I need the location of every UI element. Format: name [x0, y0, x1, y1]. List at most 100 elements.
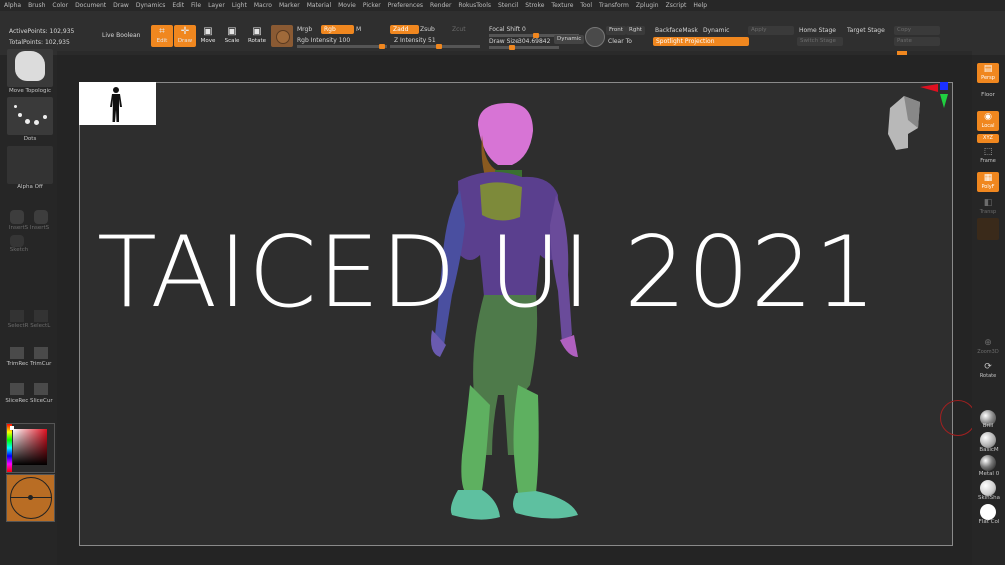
home-stage-button[interactable]: Home Stage — [799, 27, 836, 34]
xyz-button[interactable]: XYZ — [977, 134, 999, 143]
menu-item-stencil[interactable]: Stencil — [498, 2, 518, 9]
menu-item-preferences[interactable]: Preferences — [388, 2, 423, 9]
material-brill-label: Brill — [982, 423, 994, 429]
sketch-icon[interactable] — [10, 235, 24, 247]
insert-sphere-icon[interactable] — [10, 210, 24, 224]
menu-item-zplugin[interactable]: Zplugin — [636, 2, 659, 9]
transp-button[interactable]: ◧ Transp — [977, 198, 999, 218]
slice-rect-icon[interactable] — [10, 383, 24, 395]
rotate-view-button[interactable]: ⟳ Rotate — [977, 362, 999, 382]
menu-item-color[interactable]: Color — [52, 2, 68, 9]
live-boolean-button[interactable]: Live Boolean — [102, 32, 140, 39]
gyro-navigator[interactable] — [6, 474, 55, 522]
figure-thumbnail — [79, 82, 156, 125]
rgb-button[interactable]: Rgb — [321, 25, 354, 34]
menu-item-file[interactable]: File — [191, 2, 201, 9]
material-sphere-icon — [276, 30, 290, 44]
alpha-thumbnail[interactable] — [7, 146, 53, 184]
floor-button[interactable]: Floor — [974, 92, 1002, 98]
stroke-thumbnail[interactable] — [7, 97, 53, 135]
menu-item-movie[interactable]: Movie — [338, 2, 356, 9]
hue-strip[interactable] — [7, 424, 12, 472]
menu-item-stroke[interactable]: Stroke — [525, 2, 544, 9]
ghost-button[interactable] — [977, 218, 999, 240]
menu-item-brush[interactable]: Brush — [28, 2, 45, 9]
menu-item-document[interactable]: Document — [75, 2, 106, 9]
menu-item-render[interactable]: Render — [430, 2, 451, 9]
front-button[interactable]: Front — [606, 26, 626, 35]
trim-curve-icon[interactable] — [34, 347, 48, 359]
menu-item-alpha[interactable]: Alpha — [4, 2, 21, 9]
zsub-button[interactable]: Zsub — [420, 26, 435, 33]
menu-item-draw[interactable]: Draw — [113, 2, 129, 9]
menu-item-light[interactable]: Light — [232, 2, 247, 9]
material-basic-icon[interactable] — [980, 432, 996, 448]
mrgb-button[interactable]: Mrgb — [297, 26, 312, 33]
focal-shift-label: Focal Shift 0 — [489, 26, 526, 33]
paste-button[interactable]: Paste — [894, 37, 940, 46]
menu-item-layer[interactable]: Layer — [208, 2, 225, 9]
slider-handle[interactable] — [436, 44, 442, 49]
z-intensity-slider[interactable] — [390, 44, 480, 49]
draw-button[interactable]: ✛ Draw — [174, 25, 196, 47]
right-button[interactable]: Rght — [626, 26, 645, 35]
clear-to-button[interactable]: Clear To — [608, 38, 632, 45]
material-swatch[interactable] — [271, 25, 293, 47]
copy-button[interactable]: Copy — [894, 26, 940, 35]
menu-item-dynamics[interactable]: Dynamics — [136, 2, 166, 9]
select-rect-icon[interactable] — [10, 310, 24, 322]
apply-button[interactable]: Apply — [748, 26, 794, 35]
trim-rect-icon[interactable] — [10, 347, 24, 359]
menu-item-picker[interactable]: Picker — [363, 2, 381, 9]
menu-item-transform[interactable]: Transform — [599, 2, 629, 9]
target-stage-button[interactable]: Target Stage — [847, 27, 885, 34]
material-metal-icon[interactable] — [980, 455, 996, 471]
menu-item-macro[interactable]: Macro — [254, 2, 272, 9]
move-button[interactable]: ▣ Move — [197, 25, 219, 47]
rotate-icon: ⟳ — [984, 362, 992, 372]
zoom3d-button[interactable]: ⊕ Zoom3D — [977, 338, 999, 358]
menu-item-material[interactable]: Material — [307, 2, 331, 9]
rgb-intensity-slider[interactable] — [297, 44, 387, 49]
lightbox-icon[interactable] — [585, 27, 605, 47]
menu-item-marker[interactable]: Marker — [279, 2, 300, 9]
insert-cube-icon[interactable] — [34, 210, 48, 224]
switch-stage-button[interactable]: Switch Stage — [797, 37, 843, 46]
polyf-button[interactable]: ▦ PolyF — [977, 172, 999, 192]
menu-item-help[interactable]: Help — [693, 2, 707, 9]
saturation-square[interactable] — [13, 429, 47, 465]
m-button[interactable]: M — [356, 26, 361, 33]
left-shelf: Move Topologic Dots Alpha Off InsertS In… — [0, 49, 57, 565]
draw-size-slider[interactable] — [489, 45, 559, 50]
zadd-button[interactable]: Zadd — [390, 25, 419, 34]
rotate-button[interactable]: ▣ Rotate — [246, 25, 268, 47]
dynamic-button[interactable]: Dynamic — [703, 27, 729, 34]
brush-thumbnail[interactable] — [7, 49, 53, 87]
edit-button[interactable]: ⌗ Edit — [151, 25, 173, 47]
zcut-button[interactable]: Zcut — [452, 26, 466, 33]
slider-handle[interactable] — [509, 45, 515, 50]
scale-button[interactable]: ▣ Scale — [221, 25, 243, 47]
local-button[interactable]: ◉ Local — [977, 111, 999, 131]
slider-handle[interactable] — [379, 44, 385, 49]
color-picker[interactable] — [6, 423, 55, 473]
menu-item-edit[interactable]: Edit — [172, 2, 184, 9]
draw-size-label: Draw Size — [489, 38, 519, 45]
material-flat-icon[interactable] — [980, 504, 996, 520]
frame-button[interactable]: ⬚ Frame — [977, 147, 999, 167]
menu-item-rokustools[interactable]: RokusTools — [458, 2, 491, 9]
select-lasso-icon[interactable] — [34, 310, 48, 322]
persp-button[interactable]: ▤ Persp — [977, 63, 999, 83]
draw-size-value: 304.69842 — [518, 38, 551, 45]
slice-curve-icon[interactable] — [34, 383, 48, 395]
rotate-icon: ▣ — [252, 26, 262, 37]
dynamic-toggle[interactable]: Dynamic — [554, 35, 585, 44]
menu-item-tool[interactable]: Tool — [580, 2, 592, 9]
backface-mask-button[interactable]: BackfaceMask — [655, 27, 698, 34]
material-skin-icon[interactable] — [980, 480, 996, 496]
menu-item-zscript[interactable]: Zscript — [666, 2, 687, 9]
move-icon: ▣ — [203, 26, 213, 37]
menu-item-texture[interactable]: Texture — [551, 2, 573, 9]
main-color-swatch[interactable] — [10, 426, 14, 430]
spotlight-projection-button[interactable]: Spotlight Projection — [653, 37, 749, 46]
